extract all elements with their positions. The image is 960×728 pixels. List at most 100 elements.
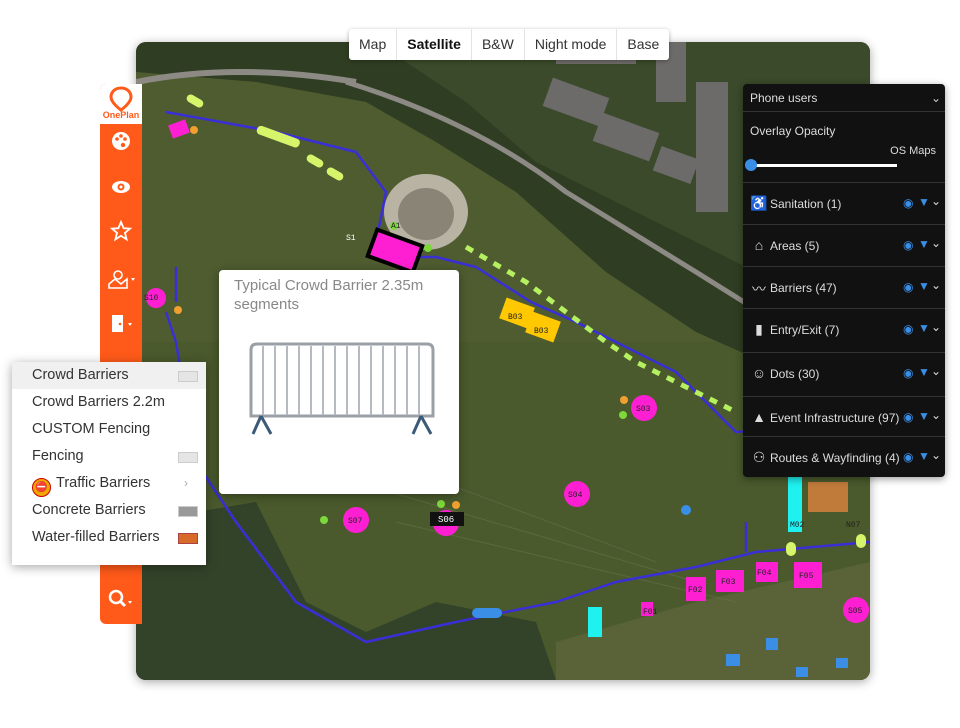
map-pin-icon[interactable] — [104, 268, 138, 298]
chevron-down-icon: ⌄ — [930, 91, 941, 105]
layer-label: Entry/Exit (7) — [770, 323, 840, 337]
filter-icon[interactable]: ▼ — [918, 237, 930, 251]
map-style-tabs: Map Satellite B&W Night mode Base — [349, 29, 670, 60]
chevron-down-icon[interactable]: ⌄ — [931, 320, 941, 334]
eye-icon[interactable]: ◉ — [903, 280, 913, 294]
people-icon: ⚇ — [752, 449, 766, 465]
layer-areas[interactable]: ⌂ Areas (5) ◉ ▼ ⌄ — [743, 224, 945, 266]
menu-item-label: Concrete Barriers — [32, 502, 146, 518]
label-a1: A1 — [391, 222, 401, 231]
label-f05: F05 — [799, 572, 814, 581]
menu-item-custom-fencing[interactable]: CUSTOM Fencing — [12, 416, 206, 443]
layer-label: Sanitation (1) — [770, 197, 842, 211]
crowd-barrier-thumb-icon — [178, 371, 198, 382]
tab-map[interactable]: Map — [349, 29, 398, 60]
menu-item-label: Crowd Barriers 2.2m — [32, 394, 165, 410]
layer-routes-wayfinding[interactable]: ⚇ Routes & Wayfinding (4) ◉ ▼ ⌄ — [743, 436, 945, 478]
menu-item-label: Water-filled Barriers — [32, 529, 160, 545]
chevron-down-icon[interactable]: ⌄ — [931, 364, 941, 378]
label-f03: F03 — [721, 578, 736, 587]
eye-icon[interactable]: ◉ — [903, 450, 913, 464]
barrier-preview-card: Typical Crowd Barrier 2.35m segments — [219, 270, 459, 494]
filter-icon[interactable]: ▼ — [918, 449, 930, 463]
barrier-type-menu: Crowd Barriers Crowd Barriers 2.2m CUSTO… — [12, 362, 206, 565]
palette-icon[interactable] — [104, 130, 138, 160]
chevron-down-icon[interactable]: ⌄ — [931, 408, 941, 422]
menu-item-label: CUSTOM Fencing — [32, 421, 151, 437]
label-f01: F01 — [643, 608, 658, 617]
eye-icon[interactable]: ◉ — [903, 322, 913, 336]
shapes-icon: ▲ — [752, 409, 766, 425]
layers-panel: Phone users ⌄ Overlay Opacity OS Maps ♿ … — [743, 84, 945, 477]
menu-item-concrete-barriers[interactable]: Concrete Barriers — [12, 497, 206, 524]
label-f02: F02 — [688, 586, 703, 595]
menu-item-fencing[interactable]: Fencing — [12, 443, 206, 470]
toilet-icon: ♿ — [750, 195, 768, 211]
layer-label: Barriers (47) — [770, 281, 837, 295]
chevron-down-icon[interactable]: ⌄ — [931, 194, 941, 208]
barrier-icon: 〰 — [752, 281, 766, 297]
layer-label: Routes & Wayfinding (4) — [770, 451, 900, 465]
label-s04: S04 — [568, 491, 583, 500]
filter-icon[interactable]: ▼ — [918, 365, 930, 379]
oneplan-logo: OnePlan — [100, 84, 142, 124]
eye-icon[interactable]: ◉ — [903, 366, 913, 380]
tab-base[interactable]: Base — [617, 29, 669, 60]
door-icon: ▮ — [755, 321, 763, 337]
label-f04: F04 — [757, 569, 772, 578]
overlay-opacity-label: Overlay Opacity — [750, 124, 836, 138]
eye-icon[interactable]: ◉ — [903, 196, 913, 210]
os-maps-label: OS Maps — [890, 145, 936, 157]
chevron-down-icon[interactable]: ⌄ — [931, 448, 941, 462]
star-icon[interactable] — [104, 219, 138, 250]
menu-item-crowd-barriers-2-2m[interactable]: Crowd Barriers 2.2m — [12, 389, 206, 416]
opacity-slider-handle[interactable] — [745, 159, 757, 171]
layer-label: Dots (30) — [770, 367, 820, 381]
preview-title: Typical Crowd Barrier 2.35m segments — [234, 277, 424, 313]
layer-event-infrastructure[interactable]: ▲ Event Infrastructure (97) ◉ ▼ ⌄ — [743, 396, 945, 438]
label-s07: S07 — [348, 517, 363, 526]
chevron-down-icon[interactable]: ⌄ — [931, 236, 941, 250]
filter-icon[interactable]: ▼ — [918, 195, 930, 209]
label-s10: S10 — [144, 294, 159, 303]
label-s03: S03 — [636, 405, 651, 414]
layer-dots[interactable]: ☺ Dots (30) ◉ ▼ ⌄ — [743, 352, 945, 394]
opacity-slider[interactable] — [752, 164, 897, 167]
logo-text: OnePlan — [102, 110, 140, 120]
menu-item-water-filled-barriers[interactable]: Water-filled Barriers — [12, 524, 206, 551]
menu-item-crowd-barriers[interactable]: Crowd Barriers — [12, 362, 206, 389]
label-m02: M02 — [790, 521, 805, 530]
filter-icon[interactable]: ▼ — [918, 409, 930, 423]
search-icon[interactable] — [104, 588, 138, 618]
door-icon[interactable] — [104, 312, 138, 342]
crowd-barrier-image — [249, 342, 435, 435]
menu-item-label: Crowd Barriers — [32, 367, 129, 383]
logo-pin-icon — [109, 86, 133, 112]
concrete-barrier-thumb-icon — [178, 506, 198, 517]
tab-bw[interactable]: B&W — [472, 29, 525, 60]
filter-icon[interactable]: ▼ — [918, 321, 930, 335]
layer-label: Event Infrastructure (97) — [770, 411, 900, 425]
phone-users-label: Phone users — [750, 91, 818, 105]
label-s05: S05 — [848, 607, 863, 616]
menu-item-traffic-barriers[interactable]: ⛔ Traffic Barriers › — [12, 470, 206, 497]
chevron-down-icon[interactable]: ⌄ — [931, 278, 941, 292]
layer-entry-exit[interactable]: ▮ Entry/Exit (7) ◉ ▼ ⌄ — [743, 308, 945, 350]
tab-satellite[interactable]: Satellite — [397, 29, 472, 60]
person-icon: ☺ — [751, 365, 767, 381]
layer-barriers[interactable]: 〰 Barriers (47) ◉ ▼ ⌄ — [743, 266, 945, 308]
filter-icon[interactable]: ▼ — [918, 279, 930, 293]
traffic-barrier-icon: ⛔ — [32, 478, 51, 497]
menu-item-label: Traffic Barriers — [56, 475, 151, 491]
label-s06: S06 — [438, 515, 454, 525]
eye-icon[interactable]: ◉ — [903, 410, 913, 424]
areas-icon: ⌂ — [754, 237, 764, 253]
tab-night-mode[interactable]: Night mode — [525, 29, 618, 60]
label-b03a: B03 — [508, 313, 523, 322]
eye-icon[interactable] — [104, 176, 138, 206]
layer-sanitation[interactable]: ♿ Sanitation (1) ◉ ▼ ⌄ — [743, 182, 945, 224]
layer-label: Areas (5) — [770, 239, 820, 253]
phone-users-dropdown[interactable]: Phone users ⌄ — [743, 84, 945, 112]
fencing-thumb-icon — [178, 452, 198, 463]
eye-icon[interactable]: ◉ — [903, 238, 913, 252]
